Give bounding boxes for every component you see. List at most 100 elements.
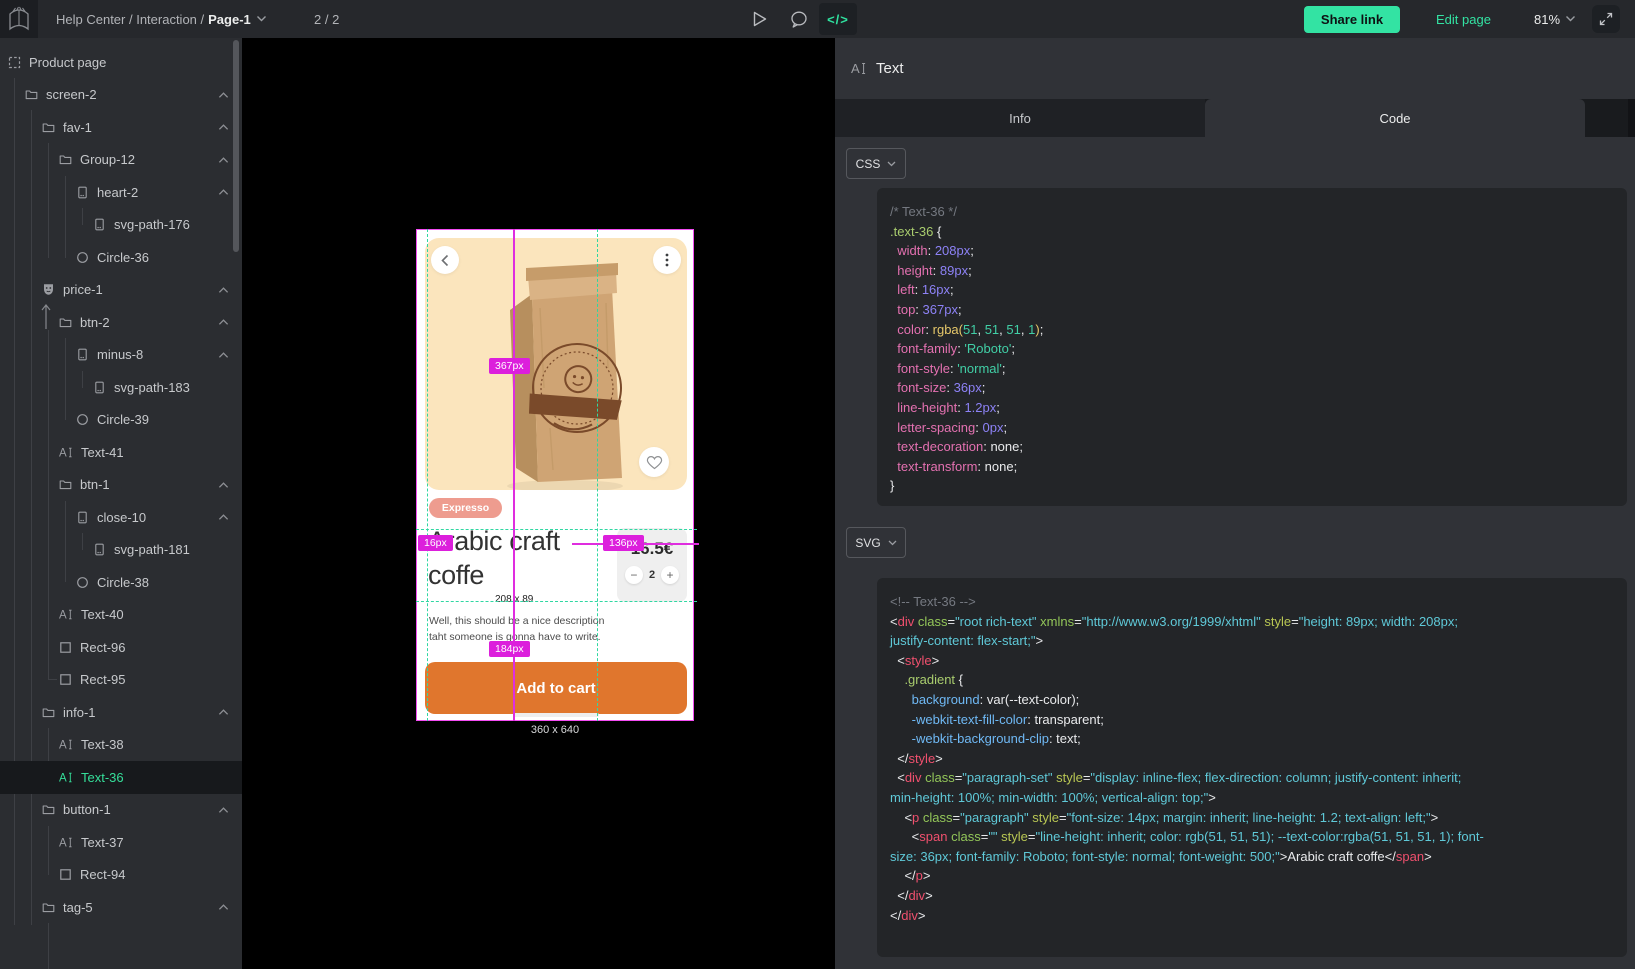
layer-row-Text-36[interactable]: AText-36 xyxy=(0,761,242,794)
layer-row-Rect-96[interactable]: Rect-96 xyxy=(0,631,242,664)
code-line: /* Text-36 */ xyxy=(890,202,1614,222)
layer-label: btn-1 xyxy=(80,477,110,492)
code-line: .gradient { xyxy=(890,670,1614,690)
code-line: font-style: 'normal'; xyxy=(890,359,1614,379)
circle-icon xyxy=(76,251,89,264)
play-button[interactable] xyxy=(752,0,768,38)
chevron-up-icon[interactable] xyxy=(218,481,242,489)
inspector-panel: A Text Info Code CSS /* Text-36 */.text-… xyxy=(835,38,1635,969)
layer-row-Circle-38[interactable]: Circle-38 xyxy=(0,566,242,599)
measurement-label-bottom: 184px xyxy=(489,641,530,657)
layer-row-close-10[interactable]: close-10 xyxy=(0,501,242,534)
fullscreen-button[interactable] xyxy=(1592,5,1620,33)
chevron-up-icon[interactable] xyxy=(218,708,242,716)
inspector-header: A Text xyxy=(835,38,1635,99)
layer-row-Rect-95[interactable]: Rect-95 xyxy=(0,664,242,697)
quantity-value: 2 xyxy=(649,569,655,581)
layer-row-btn-2[interactable]: btn-2 xyxy=(0,306,242,339)
code-line: min-height: 100%; min-width: 100%; verti… xyxy=(890,788,1614,808)
layer-row-btn-1[interactable]: btn-1 xyxy=(0,469,242,502)
code-line: <!-- Text-36 --> xyxy=(890,592,1614,612)
layer-row-tag-5[interactable]: tag-5 xyxy=(0,891,242,924)
tab-code[interactable]: Code xyxy=(1205,99,1585,137)
minus-button[interactable]: − xyxy=(625,566,643,584)
svg-format-dropdown[interactable]: SVG xyxy=(846,527,906,558)
zoom-control[interactable]: 81% xyxy=(1534,0,1576,38)
code-line: -webkit-background-clip: text; xyxy=(890,729,1614,749)
layer-row-svg-path-181[interactable]: svg-path-181 xyxy=(0,534,242,567)
layer-row-Circle-36[interactable]: Circle-36 xyxy=(0,241,242,274)
layer-row-Text-40[interactable]: AText-40 xyxy=(0,599,242,632)
layer-row-svg-path-176[interactable]: svg-path-176 xyxy=(0,209,242,242)
layer-row-heart-2[interactable]: heart-2 xyxy=(0,176,242,209)
chevron-up-icon[interactable] xyxy=(218,286,242,294)
code-line: } xyxy=(890,476,1614,496)
chevron-up-icon[interactable] xyxy=(218,806,242,814)
layer-row-info-1[interactable]: info-1 xyxy=(0,696,242,729)
code-line: <style> xyxy=(890,651,1614,671)
comment-button[interactable] xyxy=(789,0,809,38)
layer-label: button-1 xyxy=(63,802,111,817)
code-view-button[interactable]: </> xyxy=(819,3,857,35)
code-line: height: 89px; xyxy=(890,261,1614,281)
chevron-down-icon xyxy=(888,540,897,546)
layer-label: Rect-96 xyxy=(80,640,126,655)
layer-row-Text-37[interactable]: AText-37 xyxy=(0,826,242,859)
layer-row-Group-12[interactable]: Group-12 xyxy=(0,144,242,177)
interaction-arrow-icon xyxy=(40,302,52,335)
code-line: font-size: 36px; xyxy=(890,378,1614,398)
favorite-button[interactable] xyxy=(639,447,669,477)
share-link-label: Share link xyxy=(1321,12,1383,27)
layer-row-Product page[interactable]: Product page xyxy=(0,46,242,79)
layer-label: Circle-36 xyxy=(97,250,149,265)
chevron-up-icon[interactable] xyxy=(218,318,242,326)
rect-icon xyxy=(59,868,72,881)
heart-icon xyxy=(646,455,663,470)
layer-row-screen-2[interactable]: screen-2 xyxy=(0,79,242,112)
code-line: .text-36 { xyxy=(890,222,1614,242)
layer-row-fav-1[interactable]: fav-1 xyxy=(0,111,242,144)
layer-row-Rect-94[interactable]: Rect-94 xyxy=(0,859,242,892)
more-options-button[interactable] xyxy=(653,246,681,274)
chevron-down-icon xyxy=(1565,15,1576,23)
chevron-up-icon[interactable] xyxy=(218,351,242,359)
file-icon xyxy=(93,218,106,231)
share-link-button[interactable]: Share link xyxy=(1304,6,1400,33)
text-icon: A xyxy=(59,608,73,621)
code-line: </style> xyxy=(890,749,1614,769)
code-line: background: var(--text-color); xyxy=(890,690,1614,710)
measurement-label-top: 367px xyxy=(489,358,530,374)
css-format-dropdown[interactable]: CSS xyxy=(846,148,906,179)
screen-frame[interactable]: Expresso Arabic craft coffe 208 x 89 16.… xyxy=(416,229,694,721)
layer-label: Text-36 xyxy=(81,770,124,785)
design-canvas[interactable]: Expresso Arabic craft coffe 208 x 89 16.… xyxy=(242,38,835,969)
svg-text:A: A xyxy=(59,610,67,622)
product-title[interactable]: Arabic craft coffe xyxy=(428,524,608,592)
add-to-cart-button[interactable]: Add to cart xyxy=(425,662,687,714)
layer-row-price-1[interactable]: price-1 xyxy=(0,274,242,307)
layer-row-Circle-39[interactable]: Circle-39 xyxy=(0,404,242,437)
folder-icon xyxy=(59,153,72,166)
breadcrumb-page[interactable]: Page-1 xyxy=(208,12,251,27)
category-tag[interactable]: Expresso xyxy=(429,498,502,518)
layer-row-Text-41[interactable]: AText-41 xyxy=(0,436,242,469)
chevron-down-icon[interactable] xyxy=(256,15,267,23)
back-button[interactable] xyxy=(431,246,459,274)
app-logo[interactable] xyxy=(0,0,38,38)
plus-button[interactable]: + xyxy=(661,566,679,584)
code-line: top: 367px; xyxy=(890,300,1614,320)
tab-info[interactable]: Info xyxy=(835,99,1205,137)
layer-label: heart-2 xyxy=(97,185,138,200)
layer-row-minus-8[interactable]: minus-8 xyxy=(0,339,242,372)
chevron-up-icon[interactable] xyxy=(218,513,242,521)
code-line: line-height: 1.2px; xyxy=(890,398,1614,418)
quantity-stepper[interactable]: − 2 + xyxy=(617,566,687,584)
layer-row-button-1[interactable]: button-1 xyxy=(0,794,242,827)
layer-row-Text-38[interactable]: AText-38 xyxy=(0,729,242,762)
layer-row-svg-path-183[interactable]: svg-path-183 xyxy=(0,371,242,404)
chevron-up-icon[interactable] xyxy=(218,903,242,911)
breadcrumb[interactable]: Help Center / Interaction / Page-1 xyxy=(56,0,267,38)
sidebar-scrollbar[interactable] xyxy=(233,40,239,252)
edit-page-link[interactable]: Edit page xyxy=(1436,0,1491,38)
layer-label: Text-41 xyxy=(81,445,124,460)
